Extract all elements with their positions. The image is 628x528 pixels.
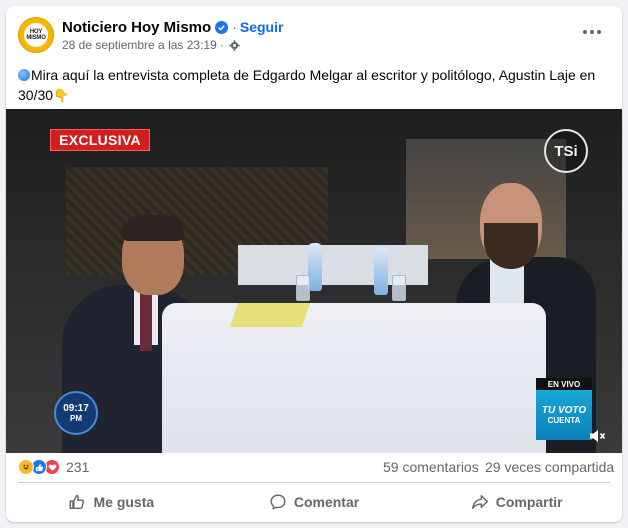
page-logo: HOY MISMO — [22, 21, 50, 49]
video-tablecloth — [162, 303, 546, 453]
video-player[interactable]: EXCLUSIVA TSi 09:17 PM EN VIVO TU VOTO C… — [6, 109, 622, 453]
channel-logo: TSi — [544, 129, 588, 173]
comment-bubble-icon — [270, 494, 286, 510]
pointing-down-emoji-icon: 👇 — [53, 88, 70, 103]
video-water-bottle — [308, 243, 322, 291]
follow-button[interactable]: Seguir — [240, 19, 284, 35]
shares-count-link[interactable]: 29 veces compartida — [485, 459, 614, 475]
mute-speaker-icon[interactable] — [588, 427, 606, 445]
post-actions: Me gusta Comentar Compartir — [10, 486, 618, 518]
comment-button-label: Comentar — [293, 494, 360, 510]
name-row: Noticiero Hoy Mismo · Seguir — [62, 18, 283, 36]
thumbs-up-icon — [70, 494, 85, 510]
share-button[interactable]: Compartir — [415, 486, 618, 518]
engagement-stats: 231 59 comentarios 29 veces compartida — [6, 453, 622, 481]
actions-divider — [18, 482, 610, 483]
video-glass — [296, 275, 310, 301]
more-options-icon[interactable] — [580, 22, 604, 42]
comment-button[interactable]: Comentar — [213, 486, 416, 518]
post-card: HOY MISMO Noticiero Hoy Mismo · Seguir 2… — [6, 6, 622, 522]
share-arrow-icon — [471, 494, 488, 510]
clock-badge: 09:17 PM — [54, 391, 98, 435]
clock-ampm: PM — [70, 414, 82, 423]
page-name-link[interactable]: Noticiero Hoy Mismo — [62, 19, 211, 36]
verified-badge-icon — [215, 20, 229, 34]
video-glass — [392, 275, 406, 301]
meta-separator-dot: · — [219, 38, 224, 52]
vote-promo-graphic: TU VOTO CUENTA — [536, 390, 592, 440]
live-label: EN VIVO — [536, 378, 592, 390]
reactions-summary[interactable]: 231 — [18, 459, 89, 475]
share-button-label: Compartir — [495, 494, 563, 510]
separator-dot: · — [232, 19, 237, 35]
post-meta: 28 de septiembre a las 23:19 · — [62, 38, 240, 52]
post-caption: Mira aquí la entrevista completa de Edga… — [18, 65, 610, 106]
clock-time: 09:17 — [63, 403, 89, 414]
comments-count-link[interactable]: 59 comentarios — [383, 459, 479, 475]
blue-circle-emoji-icon — [18, 69, 30, 81]
haha-icon — [18, 459, 34, 475]
reactions-count: 231 — [66, 459, 90, 475]
caption-text: Mira aquí la entrevista completa de Edga… — [18, 67, 596, 103]
post-timestamp[interactable]: 28 de septiembre a las 23:19 — [62, 38, 217, 52]
exclusive-badge: EXCLUSIVA — [50, 129, 150, 151]
post-header: HOY MISMO Noticiero Hoy Mismo · Seguir 2… — [6, 6, 622, 62]
vote-line-2: CUENTA — [547, 415, 581, 425]
audience-settings-icon[interactable] — [228, 39, 240, 51]
logo-line-2: MISMO — [26, 35, 46, 41]
like-button[interactable]: Me gusta — [10, 486, 213, 518]
page-avatar[interactable]: HOY MISMO — [18, 17, 54, 53]
video-papers — [229, 303, 311, 327]
like-button-label: Me gusta — [93, 494, 155, 510]
vote-line-1: TU VOTO — [541, 404, 587, 416]
video-water-bottle — [374, 247, 388, 295]
